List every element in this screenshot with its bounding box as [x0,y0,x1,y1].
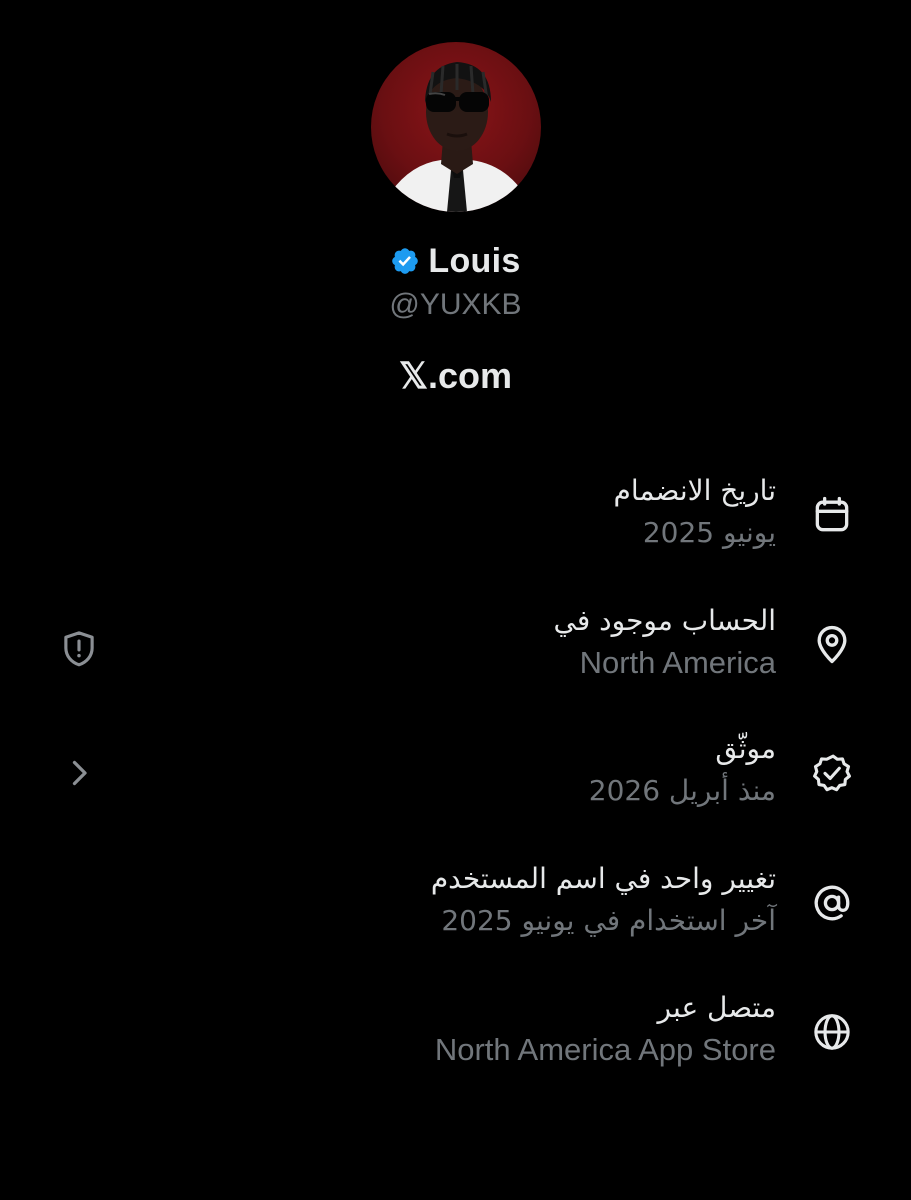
info-row-text: تغيير واحد في اسم المستخدم آخر استخدام ف… [431,858,776,942]
shield-alert-icon[interactable] [56,626,102,672]
website-link[interactable]: 𝕏.com [0,355,911,397]
chevron-right-icon[interactable] [56,750,102,796]
avatar[interactable] [371,42,541,212]
verified-check-icon [808,749,856,797]
info-row-title: تاريخ الانضمام [613,474,777,507]
avatar-image [391,62,523,212]
globe-icon [808,1008,856,1056]
info-row-connected-via: متصل عبر North America App Store [0,987,911,1087]
info-row-subtitle: North America App Store [434,1032,776,1067]
info-row-text: موثّق منذ أبريل 2026 [589,728,776,812]
info-row-text: متصل عبر North America App Store [435,987,776,1071]
info-row-title: متصل عبر [657,991,776,1024]
location-pin-icon [808,621,856,669]
info-row-account-location: الحساب موجود في North America [0,600,911,700]
calendar-icon [808,491,856,539]
at-sign-icon [808,879,856,927]
verified-badge-icon[interactable] [390,246,420,276]
info-row-join-date: تاريخ الانضمام يونيو 2025 [0,470,911,570]
info-row-verified[interactable]: موثّق منذ أبريل 2026 [0,728,911,828]
info-row-subtitle: آخر استخدام في يونيو 2025 [441,904,776,937]
info-row-subtitle: منذ أبريل 2026 [588,774,776,807]
info-row-title: الحساب موجود في [553,604,776,637]
display-name: Louis [428,241,521,280]
info-row-text: الحساب موجود في North America [554,600,776,684]
info-row-username-change: تغيير واحد في اسم المستخدم آخر استخدام ف… [0,858,911,958]
username-handle: @YUXKB [389,288,522,321]
info-row-subtitle: North America [579,645,776,680]
name-row: Louis [0,238,911,284]
info-row-title: تغيير واحد في اسم المستخدم [430,862,776,895]
info-row-text: تاريخ الانضمام يونيو 2025 [614,470,777,554]
info-row-subtitle: يونيو 2025 [642,516,776,549]
info-row-title: موثّق [715,732,776,765]
